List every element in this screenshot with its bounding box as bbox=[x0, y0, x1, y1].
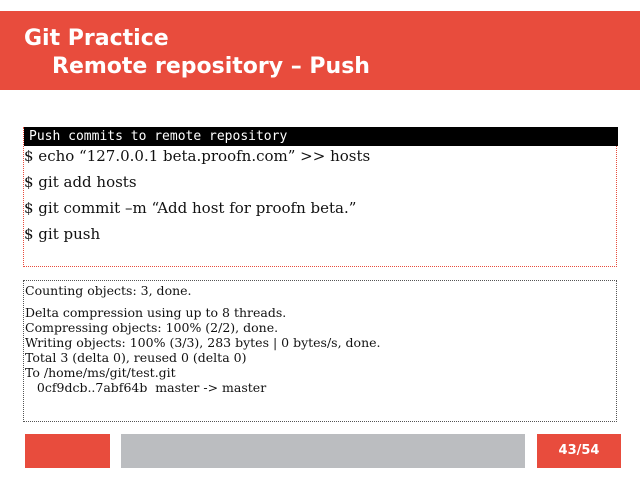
output-line: Writing objects: 100% (3/3), 283 bytes |… bbox=[25, 335, 381, 350]
command-line: $ git commit –m “Add host for proofn bet… bbox=[24, 199, 357, 217]
slide-header: Git Practice Remote repository – Push bbox=[0, 11, 640, 90]
command-line: $ git add hosts bbox=[24, 173, 137, 191]
command-line: $ git push bbox=[24, 225, 101, 243]
footer-bar bbox=[121, 434, 525, 468]
output-line: Counting objects: 3, done. bbox=[25, 283, 192, 298]
slide-subtitle: Remote repository – Push bbox=[52, 54, 370, 79]
slide-title: Git Practice bbox=[24, 26, 169, 51]
page-number: 43/54 bbox=[537, 434, 621, 468]
command-panel: Push commits to remote repository $ echo… bbox=[23, 127, 618, 267]
output-line: To /home/ms/git/test.git bbox=[25, 365, 176, 380]
command-line: $ echo “127.0.0.1 beta.proofn.com” >> ho… bbox=[24, 147, 371, 165]
output-panel: Counting objects: 3, done. Delta compres… bbox=[23, 280, 617, 422]
output-line: Total 3 (delta 0), reused 0 (delta 0) bbox=[25, 350, 247, 365]
footer-accent-block bbox=[25, 434, 110, 468]
output-line: Delta compression using up to 8 threads. bbox=[25, 305, 287, 320]
output-line: Compressing objects: 100% (2/2), done. bbox=[25, 320, 279, 335]
output-line: 0cf9dcb..7abf64b master -> master bbox=[25, 380, 267, 395]
command-panel-caption: Push commits to remote repository bbox=[24, 127, 618, 146]
